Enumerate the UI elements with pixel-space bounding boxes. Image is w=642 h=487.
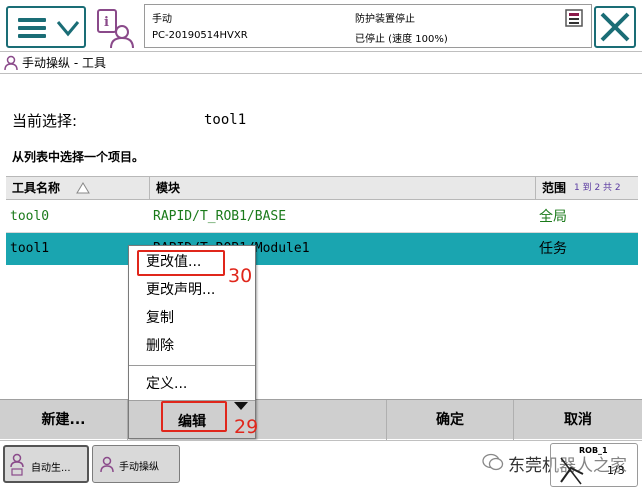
- chevron-down-icon: [56, 21, 80, 37]
- cell-scope: 任务: [539, 241, 567, 257]
- quickset-button[interactable]: ROB_1 1/3: [550, 443, 638, 487]
- instruction-text: 从列表中选择一个项目。: [12, 150, 145, 164]
- menu-open-arrow-icon: [234, 402, 248, 410]
- task-label: 自动生...: [31, 463, 71, 474]
- column-header-label: 工具名称: [12, 181, 61, 195]
- annotation-box-change-value: [137, 250, 225, 276]
- menu-item-copy[interactable]: 复制: [129, 305, 255, 331]
- column-header-scope[interactable]: 范围 1 到 2 共 2: [536, 177, 638, 199]
- jogging-icon: [4, 55, 18, 71]
- cell-tool-name: tool0: [10, 209, 50, 224]
- annotation-number-29: 29: [234, 416, 259, 438]
- cancel-button[interactable]: 取消: [514, 400, 642, 440]
- new-button[interactable]: 新建...: [0, 400, 128, 440]
- ok-button[interactable]: 确定: [386, 400, 514, 440]
- status-panel: 手动 PC-20190514HVXR 防护装置停止 已停止 (速度 100%): [144, 4, 592, 48]
- menu-item-define[interactable]: 定义...: [129, 371, 255, 397]
- cell-tool-name: tool1: [10, 241, 50, 256]
- taskbar: 自动生... 手动操纵 东莞机器人之家 ROB_1 1/3: [0, 440, 642, 487]
- robot-axis-icon: [560, 457, 584, 485]
- top-bar: i 手动 PC-20190514HVXR 防护装置停止 已停止 (速度 100%…: [0, 0, 642, 52]
- column-header-label: 模块: [156, 181, 181, 195]
- current-selection-value: tool1: [204, 112, 247, 128]
- menu-divider: [129, 365, 255, 366]
- run-state: 已停止 (速度 100%): [355, 34, 448, 45]
- mode-text: 手动: [152, 14, 172, 25]
- command-bar: 新建... 确定 取消: [0, 399, 642, 440]
- cell-module: RAPID/T_ROB1/BASE: [153, 209, 287, 224]
- svg-text:i: i: [104, 15, 109, 30]
- close-button[interactable]: [594, 6, 636, 48]
- task-auto-production[interactable]: 自动生...: [3, 445, 89, 483]
- axis-fraction: 1/3: [607, 464, 625, 477]
- close-icon: [600, 12, 630, 42]
- column-header-label: 范围: [542, 181, 567, 195]
- annotation-number-30: 30: [228, 265, 253, 287]
- safety-status: 防护装置停止: [355, 14, 415, 25]
- menu-item-delete[interactable]: 删除: [129, 333, 255, 359]
- view-title: 手动操纵 - 工具: [22, 56, 106, 70]
- pagination-text: 1 到 2 共 2: [574, 183, 621, 193]
- view-title-bar: 手动操纵 - 工具: [0, 52, 642, 74]
- operator-info-icon[interactable]: i: [96, 8, 134, 49]
- annotation-box-edit: [161, 401, 227, 432]
- jogging-icon: [100, 456, 114, 473]
- table-row-selected[interactable]: tool1 RAPID/T_ROB1/Module1 任务: [6, 233, 638, 265]
- table-row[interactable]: tool0 RAPID/T_ROB1/BASE 全局: [6, 201, 638, 233]
- sort-ascending-icon: [76, 182, 90, 194]
- cell-scope: 全局: [539, 209, 567, 225]
- current-selection-label: 当前选择:: [12, 112, 78, 130]
- column-header-tool-name[interactable]: 工具名称: [6, 177, 150, 199]
- controller-name: PC-20190514HVXR: [152, 30, 248, 41]
- table-header: 工具名称 模块 范围 1 到 2 共 2: [6, 176, 638, 200]
- main-menu-button[interactable]: [6, 6, 86, 48]
- task-jogging[interactable]: 手动操纵: [92, 445, 180, 483]
- wechat-logo-icon: [482, 453, 504, 471]
- column-header-module[interactable]: 模块: [150, 177, 536, 199]
- auto-task-icon: [10, 453, 24, 476]
- program-window-icon[interactable]: [565, 9, 583, 27]
- task-label: 手动操纵: [119, 462, 159, 473]
